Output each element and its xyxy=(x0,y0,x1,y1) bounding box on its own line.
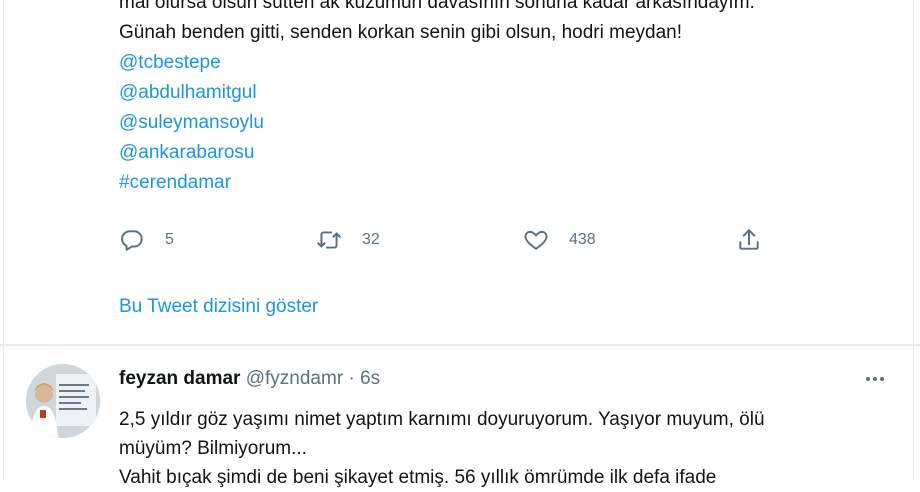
share-icon xyxy=(739,229,759,250)
tweet-text: mal olursa olsun sütten ak kuzumun davas… xyxy=(119,0,909,198)
user-handle[interactable]: @fyzndamr xyxy=(246,368,343,389)
avatar-image xyxy=(26,364,100,438)
tweet-actions: 5 32 438 xyxy=(119,224,779,256)
share-button[interactable] xyxy=(736,224,762,256)
mention-link[interactable]: @ankarabarosu xyxy=(119,138,909,168)
mention-link[interactable]: @suleymansoylu xyxy=(119,108,909,138)
tweet-text-line: müyüm? Bilmiyorum... xyxy=(119,438,307,459)
heart-icon xyxy=(524,230,548,250)
show-thread-link[interactable]: Bu Tweet dizisini göster xyxy=(119,296,318,318)
tweet-timestamp[interactable]: 6s xyxy=(360,368,380,389)
like-count: 438 xyxy=(569,231,596,248)
tweet-text-line: Günah benden gitti, senden korkan senin … xyxy=(119,22,682,43)
hashtag-link[interactable]: #cerendamar xyxy=(119,168,909,198)
tweet-text: 2,5 yıldır göz yaşımı nimet yaptım karnı… xyxy=(119,405,909,492)
mention-link[interactable]: @abdulhamitgul xyxy=(119,78,909,108)
tweet-divider xyxy=(0,344,920,346)
more-options-button[interactable] xyxy=(862,366,888,392)
tweet-text-line: Vahit bıçak şimdi de beni şikayet etmiş.… xyxy=(119,467,717,488)
more-icon xyxy=(866,377,884,381)
tweet-text-line: 2,5 yıldır göz yaşımı nimet yaptım karnı… xyxy=(119,409,765,430)
tweet-text-line: mal olursa olsun sütten ak kuzumun davas… xyxy=(119,0,755,13)
retweet-icon xyxy=(317,231,341,249)
like-button[interactable]: 438 xyxy=(523,224,596,256)
reply-button[interactable]: 5 xyxy=(119,224,174,256)
display-name[interactable]: feyzan damar xyxy=(119,368,240,389)
retweet-button[interactable]: 32 xyxy=(316,224,380,256)
reply-icon xyxy=(121,230,143,251)
tweet-header: feyzan damar @fyzndamr · 6s xyxy=(119,368,380,390)
avatar[interactable] xyxy=(26,364,100,438)
mention-link[interactable]: @tcbestepe xyxy=(119,48,909,78)
reply-count: 5 xyxy=(165,231,174,248)
retweet-count: 32 xyxy=(362,231,380,248)
separator-dot: · xyxy=(348,368,355,389)
